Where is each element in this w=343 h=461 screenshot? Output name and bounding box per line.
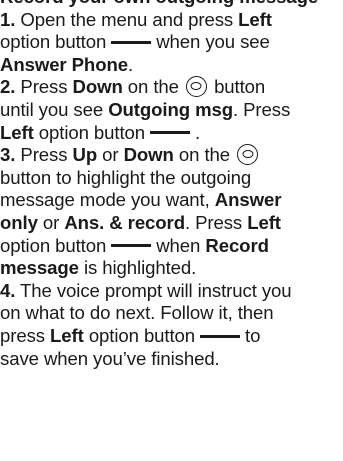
step-text: or	[102, 144, 119, 166]
navigation-key-icon	[185, 75, 207, 97]
keyword-up: Up	[72, 144, 98, 166]
keyword-answer-phone: Answer Phone	[0, 53, 128, 75]
step-text: . Press	[184, 211, 243, 233]
step-text: Press	[20, 144, 68, 166]
keyword-message: message	[0, 257, 79, 279]
step-3-line-5: option button when Record	[0, 235, 343, 258]
step-text: option button	[0, 31, 107, 53]
step-text: on the	[127, 76, 179, 98]
keyword-down: Down	[123, 144, 174, 166]
step-text: button to highlight the outgoing	[0, 166, 252, 188]
keyword-left: Left	[0, 121, 34, 143]
step-text: when you see	[156, 31, 270, 53]
keyword-left: Left	[50, 324, 84, 346]
step-3-line-2: button to highlight the outgoing	[0, 167, 343, 190]
step-number: 3.	[0, 144, 16, 166]
step-1-line-1: 1. Open the menu and press Left	[0, 9, 343, 32]
step-text: option button	[88, 324, 196, 346]
step-text: option button	[38, 121, 145, 143]
keyword-outgoing-msg: Outgoing msg	[108, 98, 233, 120]
step-text: on the	[178, 144, 230, 166]
step-text: or	[42, 211, 60, 233]
left-option-button-dash-icon	[111, 244, 152, 248]
step-3-line-6: message is highlighted.	[0, 257, 343, 280]
step-number: 2.	[0, 76, 16, 98]
keyword-only: only	[0, 211, 38, 233]
step-3-line-4: only or Ans. & record. Press Left	[0, 212, 343, 235]
step-text: to	[245, 324, 261, 346]
section-title: Record your own outgoing message	[0, 0, 343, 9]
step-text: .	[195, 121, 201, 143]
left-option-button-dash-icon	[150, 131, 190, 135]
keyword-record: Record	[205, 234, 269, 256]
step-text: until you see	[0, 98, 104, 120]
instructions: Record your own outgoing message 1. Open…	[0, 0, 343, 370]
keyword-left: Left	[238, 8, 272, 30]
step-text: .	[127, 53, 134, 75]
navigation-key-icon	[237, 143, 259, 165]
step-number: 4.	[0, 279, 16, 301]
step-text: button	[214, 76, 266, 98]
step-1-line-3: Answer Phone.	[0, 54, 343, 77]
left-option-button-dash-icon	[111, 40, 152, 44]
step-text: . Press	[233, 98, 291, 120]
left-option-button-dash-icon	[200, 334, 241, 338]
step-text: Press	[20, 76, 68, 98]
step-text: The voice prompt will instruct you	[20, 279, 292, 301]
keyword-ans-record: Ans. & record	[64, 211, 185, 233]
step-4-line-2: on what to do next. Follow it, then	[0, 302, 343, 325]
keyword-left: Left	[247, 211, 281, 233]
step-3-line-3: message mode you want, Answer	[0, 189, 343, 212]
step-text: option button	[0, 234, 107, 256]
keyword-answer: Answer	[214, 189, 282, 211]
step-4-line-3: press Left option button to	[0, 325, 343, 348]
step-text: is highlighted.	[83, 257, 197, 279]
step-text: message mode you want,	[0, 189, 210, 211]
step-4-line-4: save when you’ve finished.	[0, 348, 343, 371]
step-text: press	[0, 324, 45, 346]
step-text: save when you’ve finished.	[0, 347, 220, 369]
step-text: on what to do next. Follow it, then	[0, 302, 274, 324]
step-2-line-1: 2. Press Down on the button	[0, 75, 343, 99]
step-number: 1.	[0, 8, 16, 30]
step-1-line-2: option button when you see	[0, 31, 343, 54]
step-text: when	[156, 234, 201, 256]
step-2-line-3: Left option button.	[0, 122, 343, 145]
keyword-down: Down	[72, 76, 123, 98]
step-text: Open the menu and press	[20, 8, 234, 30]
step-3-line-1: 3. Press Up or Down on the	[0, 143, 343, 167]
step-4-line-1: 4. The voice prompt will instruct you	[0, 280, 343, 303]
step-2-line-2: until you see Outgoing msg. Press	[0, 99, 343, 122]
